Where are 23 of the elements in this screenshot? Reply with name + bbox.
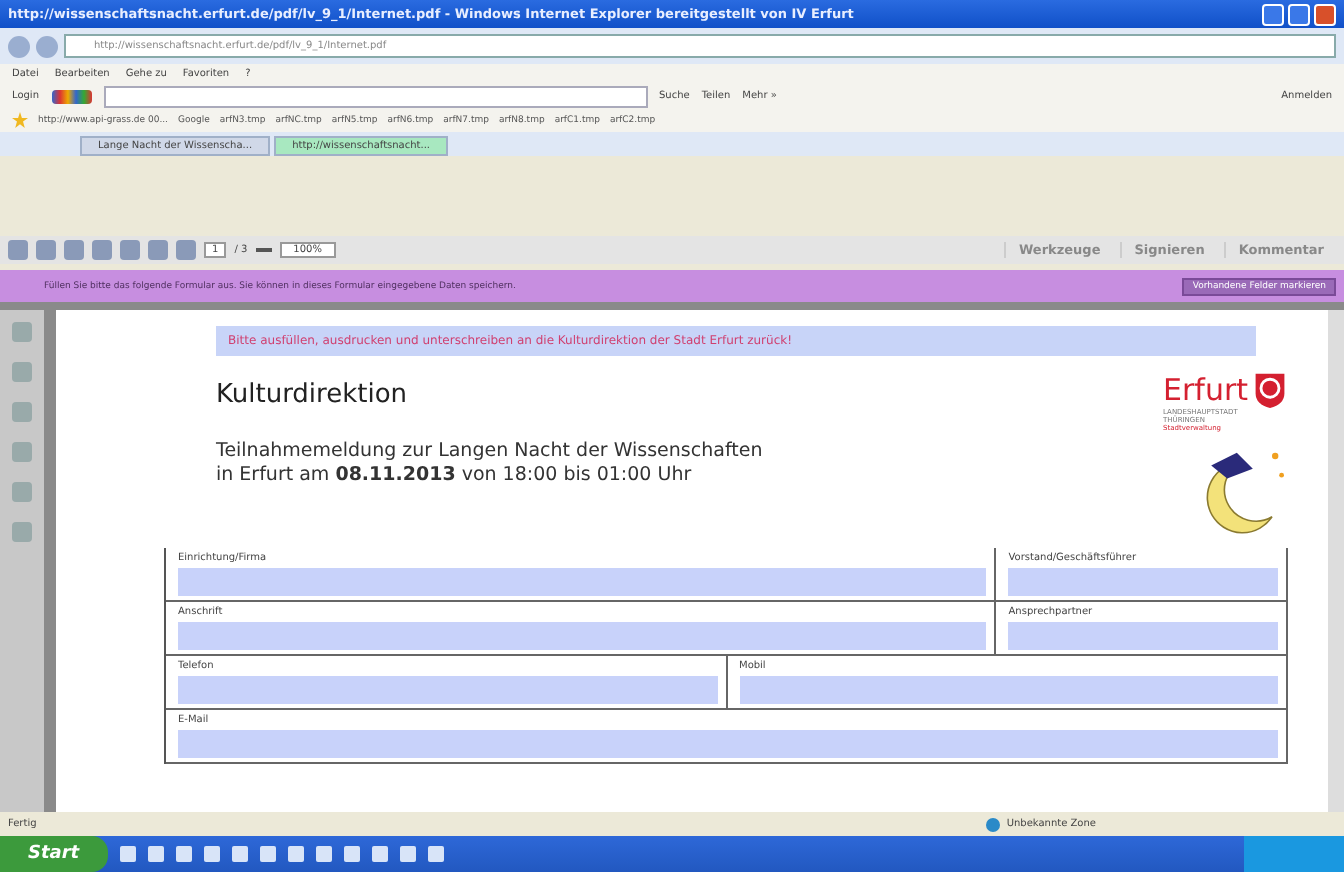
wheel-icon xyxy=(1252,372,1288,408)
globe-icon xyxy=(986,817,1001,831)
event-date: in Erfurt am 08.11.2013 von 18:00 bis 01:00 Uhr xyxy=(216,464,694,488)
minimize-button[interactable] xyxy=(1262,3,1284,25)
input-field[interactable] xyxy=(178,676,717,704)
search-field[interactable] xyxy=(103,85,647,107)
back-button[interactable] xyxy=(8,35,30,57)
scrollbar[interactable] xyxy=(1328,310,1344,812)
input-field[interactable] xyxy=(739,676,1278,704)
input-field[interactable] xyxy=(178,730,1278,758)
city-logo-text: Erfurt xyxy=(1163,372,1248,408)
start-button[interactable]: Start xyxy=(0,836,108,872)
input-field[interactable] xyxy=(178,622,987,650)
input-field[interactable] xyxy=(1008,568,1278,596)
maximize-button[interactable] xyxy=(1288,3,1310,25)
system-tray xyxy=(1244,836,1344,872)
department-title: Kulturdirektion xyxy=(216,380,408,410)
input-field[interactable] xyxy=(1008,622,1278,650)
close-button[interactable] xyxy=(1314,3,1336,25)
input-field[interactable] xyxy=(178,568,987,596)
form-heading: Teilnahmemeldung zur Langen Nacht der Wissenschaften xyxy=(216,440,763,464)
forward-button[interactable] xyxy=(36,35,58,57)
google-logo xyxy=(51,89,91,103)
